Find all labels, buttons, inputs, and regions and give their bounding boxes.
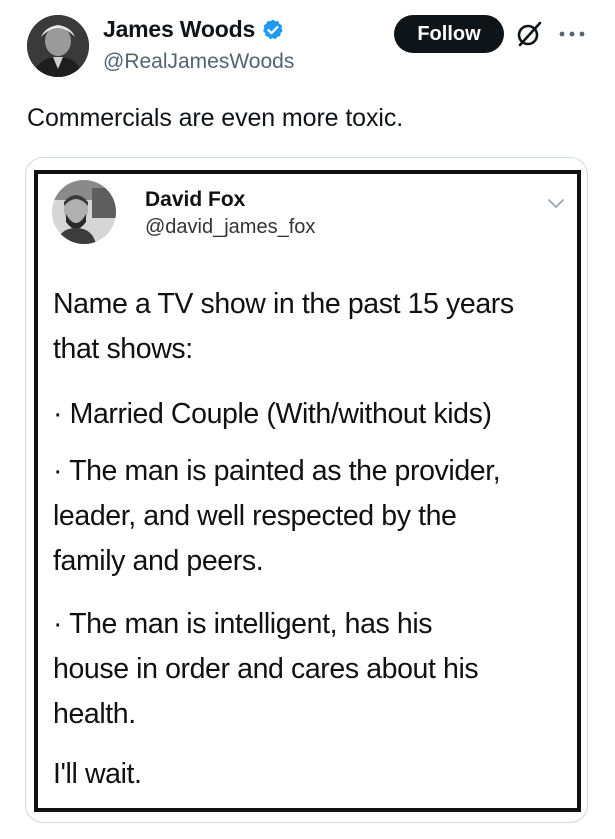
author-avatar[interactable] [27,15,89,77]
tweet-text: Commercials are even more toxic. [27,104,404,132]
quoted-screenshot: David Fox @david_james_fox Name a TV sho… [34,170,581,812]
text-line: Name a TV show in the past 15 years [53,288,514,320]
tweet-image[interactable]: David Fox @david_james_fox Name a TV sho… [25,157,588,823]
quoted-paragraph: · The man is painted as the provider, le… [53,449,573,584]
text-line: · The man is intelligent, has his [53,608,433,640]
text-line: · The man is painted as the provider, [53,455,501,487]
text-line: house in order and cares about his [53,653,479,685]
quoted-author-avatar [52,180,116,244]
text-line: · Married Couple (With/without kids) [53,398,492,430]
quoted-paragraph: Name a TV show in the past 15 years that… [53,282,573,372]
quoted-author-handle: @david_james_fox [145,216,316,238]
quoted-paragraph: · The man is intelligent, has his house … [53,602,573,737]
text-line: leader, and well respected by the [53,500,457,532]
text-line: that shows: [53,333,193,365]
text-line: I'll wait. [53,758,142,790]
more-icon[interactable] [557,22,587,46]
follow-button[interactable]: Follow [394,15,504,53]
author-name[interactable]: James Woods [103,16,255,43]
verified-badge-icon [263,19,283,39]
text-line: health. [53,698,136,730]
grok-icon[interactable] [514,19,544,49]
quoted-paragraph: · Married Couple (With/without kids) [53,392,573,437]
quoted-author-name: David Fox [145,188,246,211]
chevron-down-icon [548,199,564,209]
text-line: family and peers. [53,545,264,577]
quoted-paragraph: I'll wait. [53,752,573,797]
author-handle[interactable]: @RealJamesWoods [103,50,294,74]
